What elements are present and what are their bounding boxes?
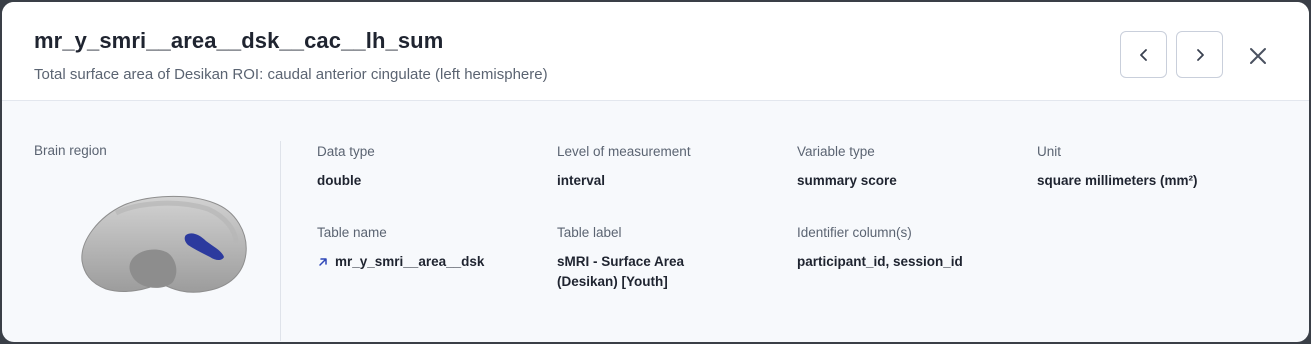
chevron-left-icon (1139, 48, 1147, 61)
level-of-measurement-field: Level of measurement interval (557, 143, 691, 191)
variable-description: Total surface area of Desikan ROI: cauda… (34, 66, 548, 83)
brain-region-image (81, 196, 247, 293)
level-of-measurement-value: interval (557, 173, 606, 188)
variable-detail-modal: mr_y_smri__area__dsk__cac__lh_sum Total … (2, 2, 1309, 342)
level-of-measurement-label: Level of measurement (557, 144, 691, 159)
data-type-label: Data type (317, 144, 375, 159)
identifier-columns-field: Identifier column(s) participant_id, ses… (797, 224, 963, 272)
unit-label: Unit (1037, 144, 1062, 159)
table-name-link[interactable]: mr_y_smri__area__dsk (317, 252, 484, 272)
table-label-value: sMRI - Surface Area (Desikan) [Youth] (557, 254, 685, 289)
close-button[interactable] (1240, 38, 1276, 74)
data-type-field: Data type double (317, 143, 375, 191)
unit-value: square millimeters (mm²) (1037, 173, 1198, 188)
variable-type-field: Variable type summary score (797, 143, 897, 191)
external-link-icon (319, 258, 327, 266)
table-label-field: Table label sMRI - Surface Area (Desikan… (557, 224, 747, 292)
next-button[interactable] (1176, 31, 1223, 78)
modal-header: mr_y_smri__area__dsk__cac__lh_sum Total … (2, 2, 1309, 101)
identifier-columns-value: participant_id, session_id (797, 254, 963, 269)
identifier-columns-label: Identifier column(s) (797, 225, 912, 240)
table-name-label: Table name (317, 225, 387, 240)
variable-type-label: Variable type (797, 144, 875, 159)
table-name-value: mr_y_smri__area__dsk (335, 254, 485, 269)
previous-button[interactable] (1120, 31, 1167, 78)
table-label-label: Table label (557, 225, 622, 240)
variable-type-value: summary score (797, 173, 897, 188)
brain-region-label: Brain region (34, 143, 107, 158)
variable-title: mr_y_smri__area__dsk__cac__lh_sum (34, 28, 444, 53)
chevron-right-icon (1196, 48, 1204, 61)
table-name-field: Table name mr_y_smri__area__dsk (317, 224, 484, 272)
close-icon (1250, 48, 1266, 64)
section-divider (280, 141, 281, 341)
data-type-value: double (317, 173, 362, 188)
unit-field: Unit square millimeters (mm²) (1037, 143, 1198, 191)
modal-body: Brain region Data type double Level of m… (2, 101, 1309, 341)
